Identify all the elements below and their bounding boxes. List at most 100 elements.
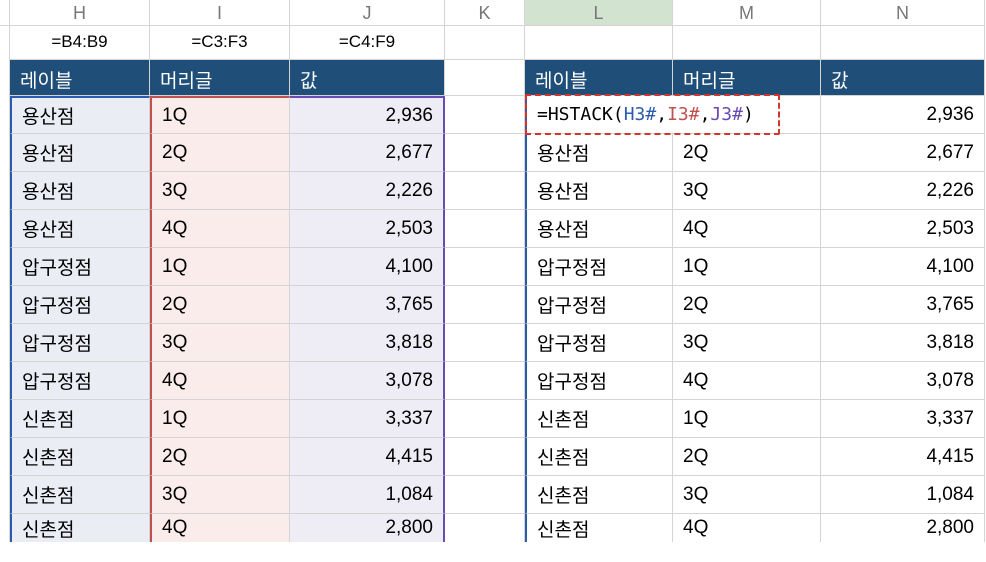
empty-cell[interactable] [445,134,525,172]
empty-cell[interactable] [821,26,985,60]
table-cell-value[interactable]: 2,677 [821,134,985,172]
table-cell-header[interactable]: 4Q [150,362,290,400]
table-cell-value[interactable]: 2,936 [290,96,445,134]
table-cell-header[interactable]: 3Q [673,476,821,514]
table-cell-header[interactable]: 1Q [673,400,821,438]
empty-cell[interactable] [525,26,673,60]
table-cell-value[interactable]: 4,100 [290,248,445,286]
empty-cell[interactable] [445,248,525,286]
table-cell-value[interactable]: 3,337 [290,400,445,438]
spreadsheet-grid[interactable]: H I J K L M N =B4:B9 =C3:F3 =C4:F9 레이블 머… [0,0,986,542]
table-cell-label[interactable]: 용산점 [10,172,150,210]
table-cell-label[interactable]: 용산점 [525,172,673,210]
empty-cell[interactable] [445,514,525,542]
table-cell-value[interactable]: 3,337 [821,400,985,438]
empty-cell[interactable] [445,324,525,362]
table-cell-value[interactable]: 2,677 [290,134,445,172]
empty-cell[interactable] [445,96,525,134]
table-cell-label[interactable]: 용산점 [10,210,150,248]
empty-cell[interactable] [445,286,525,324]
table-cell-value[interactable]: 3,765 [821,286,985,324]
table-cell-header[interactable]: 2Q [673,134,821,172]
col-header-I[interactable]: I [150,0,290,26]
table-cell-value[interactable]: 3,078 [290,362,445,400]
table-cell-label[interactable]: 압구정점 [10,362,150,400]
table-cell-value[interactable]: 2,503 [290,210,445,248]
table-cell-header[interactable]: 2Q [673,438,821,476]
right-th-label[interactable]: 레이블 [525,60,673,96]
formula-cell[interactable]: =HSTACK(H3#,I3#,J3#) [525,96,821,134]
empty-cell[interactable] [445,172,525,210]
left-th-header[interactable]: 머리글 [150,60,290,96]
table-cell-header[interactable]: 4Q [673,210,821,248]
table-cell-value[interactable]: 2,503 [821,210,985,248]
table-cell-label[interactable]: 압구정점 [525,324,673,362]
table-cell-value[interactable]: 3,818 [290,324,445,362]
table-cell-header[interactable]: 4Q [150,514,290,542]
table-cell-header[interactable]: 1Q [150,400,290,438]
table-cell-label[interactable]: 신촌점 [525,438,673,476]
table-cell-label[interactable]: 용산점 [10,96,150,134]
col-header-L[interactable]: L [525,0,673,26]
empty-cell[interactable] [445,362,525,400]
table-cell-label[interactable]: 신촌점 [525,476,673,514]
table-cell-value[interactable]: 2,800 [290,514,445,542]
table-cell-header[interactable]: 2Q [150,134,290,172]
table-cell-value[interactable]: 1,084 [290,476,445,514]
ref-i[interactable]: =C3:F3 [150,26,290,60]
table-cell-header[interactable]: 1Q [673,248,821,286]
table-cell-value[interactable]: 2,226 [821,172,985,210]
table-cell-value[interactable]: 3,765 [290,286,445,324]
col-header-N[interactable]: N [821,0,985,26]
col-header-K[interactable]: K [445,0,525,26]
table-cell-header[interactable]: 4Q [150,210,290,248]
table-cell-label[interactable]: 용산점 [525,210,673,248]
table-cell-header[interactable]: 3Q [673,324,821,362]
table-cell-label[interactable]: 신촌점 [525,400,673,438]
table-cell-header[interactable]: 4Q [673,514,821,542]
table-cell-label[interactable]: 압구정점 [10,286,150,324]
table-cell-header[interactable]: 2Q [150,286,290,324]
table-cell-label[interactable]: 압구정점 [525,248,673,286]
empty-cell[interactable] [445,210,525,248]
table-cell-header[interactable]: 2Q [673,286,821,324]
table-cell-value[interactable]: 4,415 [821,438,985,476]
left-th-label[interactable]: 레이블 [10,60,150,96]
table-cell-label[interactable]: 용산점 [525,134,673,172]
empty-cell[interactable] [673,26,821,60]
table-cell-header[interactable]: 1Q [150,96,290,134]
table-cell-label[interactable]: 압구정점 [10,248,150,286]
col-header-M[interactable]: M [673,0,821,26]
empty-cell[interactable] [445,60,525,96]
table-cell-header[interactable]: 3Q [150,172,290,210]
table-cell-header[interactable]: 4Q [673,362,821,400]
table-cell-label[interactable]: 신촌점 [10,476,150,514]
col-header-H[interactable]: H [10,0,150,26]
left-th-value[interactable]: 값 [290,60,445,96]
empty-cell[interactable] [445,476,525,514]
table-cell-header[interactable]: 3Q [150,476,290,514]
table-cell-label[interactable]: 압구정점 [525,286,673,324]
table-cell-label[interactable]: 신촌점 [10,400,150,438]
table-cell-value[interactable]: 4,415 [290,438,445,476]
table-cell-value[interactable]: 2,226 [290,172,445,210]
table-cell-value[interactable]: 2,800 [821,514,985,542]
table-cell-value[interactable]: 1,084 [821,476,985,514]
table-cell-label[interactable]: 신촌점 [10,438,150,476]
table-cell-label[interactable]: 신촌점 [525,514,673,542]
ref-h[interactable]: =B4:B9 [10,26,150,60]
table-cell-header[interactable]: 3Q [673,172,821,210]
empty-cell[interactable] [445,400,525,438]
table-cell-value[interactable]: 3,818 [821,324,985,362]
table-cell-header[interactable]: 3Q [150,324,290,362]
empty-cell[interactable] [445,438,525,476]
right-th-header[interactable]: 머리글 [673,60,821,96]
empty-cell[interactable] [445,26,525,60]
table-cell-label[interactable]: 신촌점 [10,514,150,542]
table-cell-label[interactable]: 압구정점 [10,324,150,362]
table-cell-value[interactable]: 3,078 [821,362,985,400]
right-th-value[interactable]: 값 [821,60,985,96]
table-cell-header[interactable]: 1Q [150,248,290,286]
table-cell-label[interactable]: 용산점 [10,134,150,172]
table-cell-header[interactable]: 2Q [150,438,290,476]
